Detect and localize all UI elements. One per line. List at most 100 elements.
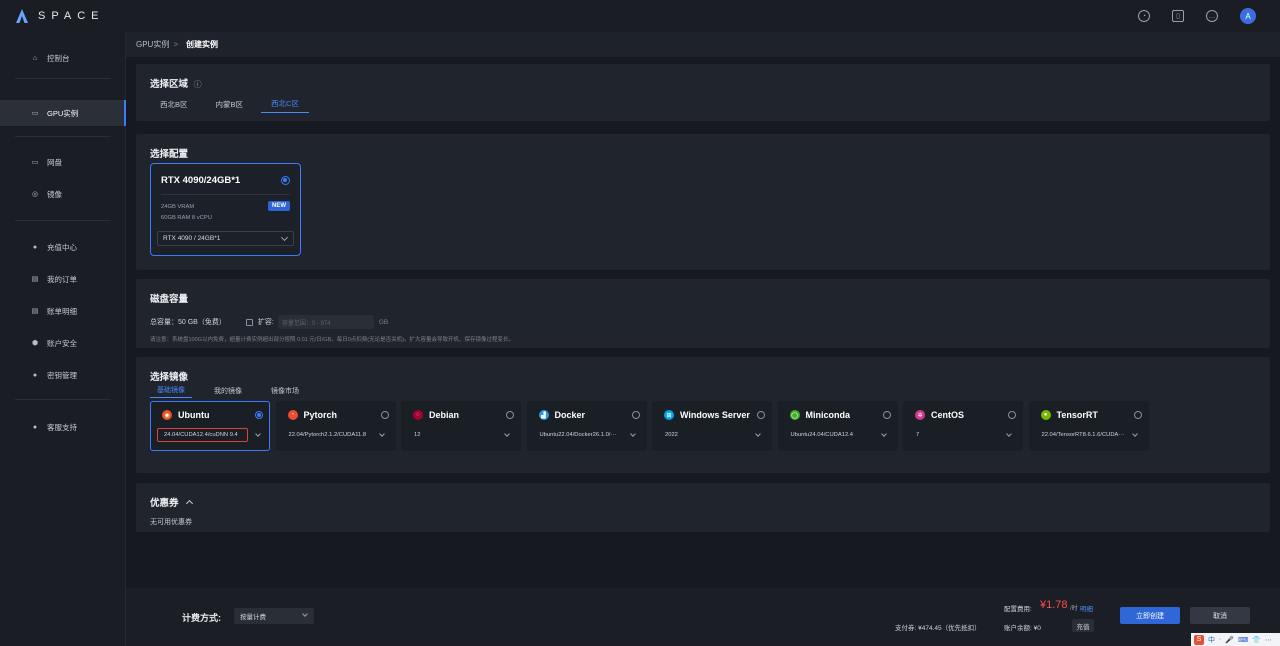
- chevron-down-icon: [255, 431, 261, 437]
- image-version-select[interactable]: 12: [408, 428, 514, 442]
- sidebar-item-label: 账单明细: [47, 306, 77, 316]
- region-tabs: 西北B区 内蒙B区 西北C区: [150, 95, 309, 113]
- support-icon[interactable]: ◔: [1138, 10, 1150, 22]
- ime-toolbar: S 中 · 🎤 ⌨ 👕 ⋯: [1191, 633, 1280, 646]
- image-version-select[interactable]: 24.04/CUDA12.4/cuDNN 9.4: [157, 428, 248, 442]
- sidebar-item-label: 网盘: [47, 157, 62, 167]
- logo[interactable]: SPACE: [16, 9, 104, 23]
- sidebar-item-security[interactable]: ⬢ 账户安全: [0, 333, 126, 353]
- message-icon[interactable]: …: [1206, 10, 1218, 22]
- image-version-value: Ubuntu22.04/Docker26.1.0/···: [539, 432, 617, 438]
- tab-my-image[interactable]: 我的镜像: [207, 383, 249, 398]
- sidebar-item-support[interactable]: ● 客服支持: [0, 417, 126, 437]
- coupon-title-text: 优惠券: [150, 498, 179, 509]
- gpu-ram-cpu: 60GB RAM 8 vCPU: [161, 215, 212, 221]
- keyboard-icon[interactable]: ⌨: [1238, 636, 1248, 644]
- image-card-miniconda[interactable]: ◯ Miniconda Ubuntu24.04/CUDA12.4: [777, 401, 898, 451]
- gpu-name: RTX 4090/24GB*1: [161, 175, 241, 186]
- billing-select[interactable]: 按量计费: [234, 608, 314, 624]
- disk-panel: 磁盘容量 总容量：50 GB（免费） 扩容: 容量范围：0 - 974 GB 请…: [136, 279, 1270, 348]
- expand-checkbox[interactable]: [245, 318, 253, 326]
- gpu-radio[interactable]: [281, 176, 290, 185]
- coupon-panel: 优惠券 无可用优惠券: [136, 483, 1270, 532]
- image-card-ubuntu[interactable]: ◉ Ubuntu 24.04/CUDA12.4/cuDNN 9.4: [150, 401, 270, 451]
- sidebar-item-bills[interactable]: ▤ 账单明细: [0, 301, 126, 321]
- image-version-select[interactable]: 7: [910, 428, 1016, 442]
- image-version-select[interactable]: 2022: [659, 428, 765, 442]
- sidebar-item-label: 密钥管理: [47, 370, 77, 380]
- disk-row: 总容量：50 GB（免费） 扩容: 容量范围：0 - 974 GB: [150, 315, 388, 329]
- sidebar-item-label: 客服支持: [47, 422, 77, 432]
- sidebar-divider: [15, 78, 111, 79]
- expand-input[interactable]: 容量范围：0 - 974: [277, 315, 374, 329]
- footer-bar: 计费方式: 按量计费 配置费用: ¥1.78 /时 明细 支付券: ¥474.4…: [126, 588, 1280, 646]
- image-card-tensorrt[interactable]: ● TensorRT 22.04/TensorRT8.6.1.6/CUDA···: [1028, 401, 1149, 451]
- image-card-docker[interactable]: ▟ Docker Ubuntu22.04/Docker26.1.0/···: [526, 401, 647, 451]
- region-title-text: 选择区域: [150, 79, 189, 90]
- image-radio[interactable]: [380, 411, 389, 419]
- cancel-button[interactable]: 取消: [1190, 607, 1250, 624]
- ime-logo-icon[interactable]: S: [1194, 634, 1204, 645]
- image-radio[interactable]: [1133, 411, 1142, 419]
- tab-base-image[interactable]: 基础镜像: [150, 383, 192, 398]
- image-radio[interactable]: [882, 411, 891, 419]
- gpu-card[interactable]: RTX 4090/24GB*1 24GB VRAM 60GB RAM 8 vCP…: [150, 163, 301, 256]
- tab-region-xibei-b[interactable]: 西北B区: [150, 95, 198, 113]
- image-version-select[interactable]: Ubuntu22.04/Docker26.1.0/···: [534, 428, 640, 442]
- image-version-select[interactable]: 22.04/TensorRT8.6.1.6/CUDA···: [1036, 428, 1142, 442]
- image-card-windows-server[interactable]: ⊞ Windows Server 2022: [652, 401, 772, 451]
- os-logo-icon: ✲: [915, 410, 925, 420]
- sidebar-item-netdisk[interactable]: ▭ 网盘: [0, 152, 126, 172]
- tab-region-xibei-c[interactable]: 西北C区: [261, 95, 309, 113]
- sidebar-item-image[interactable]: ◎ 镜像: [0, 184, 126, 204]
- sidebar-item-recharge[interactable]: ● 充值中心: [0, 237, 126, 257]
- coupon-title[interactable]: 优惠券: [150, 495, 193, 509]
- sidebar-item-label: 控制台: [47, 53, 70, 63]
- breadcrumb-parent[interactable]: GPU实例: [136, 39, 169, 50]
- ime-lang[interactable]: 中: [1208, 635, 1215, 645]
- sidebar-item-console[interactable]: ⌂ 控制台: [0, 48, 126, 68]
- image-radio[interactable]: [255, 411, 263, 419]
- ime-punct-icon[interactable]: ·: [1219, 636, 1221, 643]
- os-logo-icon: ●: [1040, 410, 1051, 420]
- more-icon[interactable]: ⋯: [1265, 636, 1272, 644]
- avatar[interactable]: A: [1240, 8, 1256, 24]
- sidebar-divider: [15, 399, 111, 400]
- disk-total: 总容量：50 GB（免费）: [150, 319, 226, 326]
- image-card-head: ◔ Pytorch: [287, 410, 337, 420]
- config-panel: 选择配置 RTX 4090/24GB*1 24GB VRAM 60GB RAM …: [136, 134, 1270, 270]
- image-card-pytorch[interactable]: ◔ Pytorch 22.04/Pytorch2.1.2/CUDA11.8: [275, 401, 396, 451]
- billing-label: 计费方式:: [182, 613, 221, 623]
- image-radio[interactable]: [631, 411, 640, 419]
- image-radio[interactable]: [506, 411, 514, 419]
- tab-image-market[interactable]: 镜像市场: [264, 383, 306, 398]
- skin-icon[interactable]: 👕: [1252, 636, 1261, 644]
- info-icon[interactable]: ⓘ: [194, 80, 202, 89]
- image-version-select[interactable]: Ubuntu24.04/CUDA12.4: [785, 428, 891, 442]
- gpu-select[interactable]: RTX 4090 / 24GB*1: [157, 231, 294, 246]
- image-card-name: Docker: [554, 410, 586, 420]
- balance-text: 账户余额: ¥0: [1004, 625, 1041, 632]
- config-title: 选择配置: [150, 149, 189, 160]
- sidebar-item-orders[interactable]: ▤ 我的订单: [0, 269, 126, 289]
- sidebar-divider: [15, 220, 111, 221]
- image-card-name: TensorRT: [1056, 410, 1098, 420]
- sidebar-item-gpu[interactable]: ▭ GPU实例: [0, 100, 126, 126]
- image-radio[interactable]: [757, 411, 765, 419]
- book-icon[interactable]: ▯: [1172, 10, 1184, 22]
- image-card-centos[interactable]: ✲ CentOS 7: [903, 401, 1023, 451]
- create-button[interactable]: 立即创建: [1120, 607, 1180, 624]
- image-version-select[interactable]: 22.04/Pytorch2.1.2/CUDA11.8: [283, 428, 389, 442]
- logo-icon: [16, 9, 28, 23]
- order-icon: ▤: [31, 276, 39, 283]
- security-icon: ⬢: [31, 340, 39, 347]
- image-card-debian[interactable]: ◌ Debian 12: [401, 401, 521, 451]
- mic-icon[interactable]: 🎤: [1225, 636, 1234, 644]
- image-radio[interactable]: [1008, 411, 1016, 419]
- recharge-button[interactable]: 充值: [1072, 619, 1094, 632]
- sidebar-item-keys[interactable]: ● 密钥管理: [0, 365, 126, 385]
- tab-region-neimeng-b[interactable]: 内蒙B区: [206, 95, 254, 113]
- chevron-down-icon: [302, 611, 308, 617]
- cost-detail-link[interactable]: 明细: [1080, 603, 1093, 613]
- os-logo-icon: ◔: [287, 410, 298, 420]
